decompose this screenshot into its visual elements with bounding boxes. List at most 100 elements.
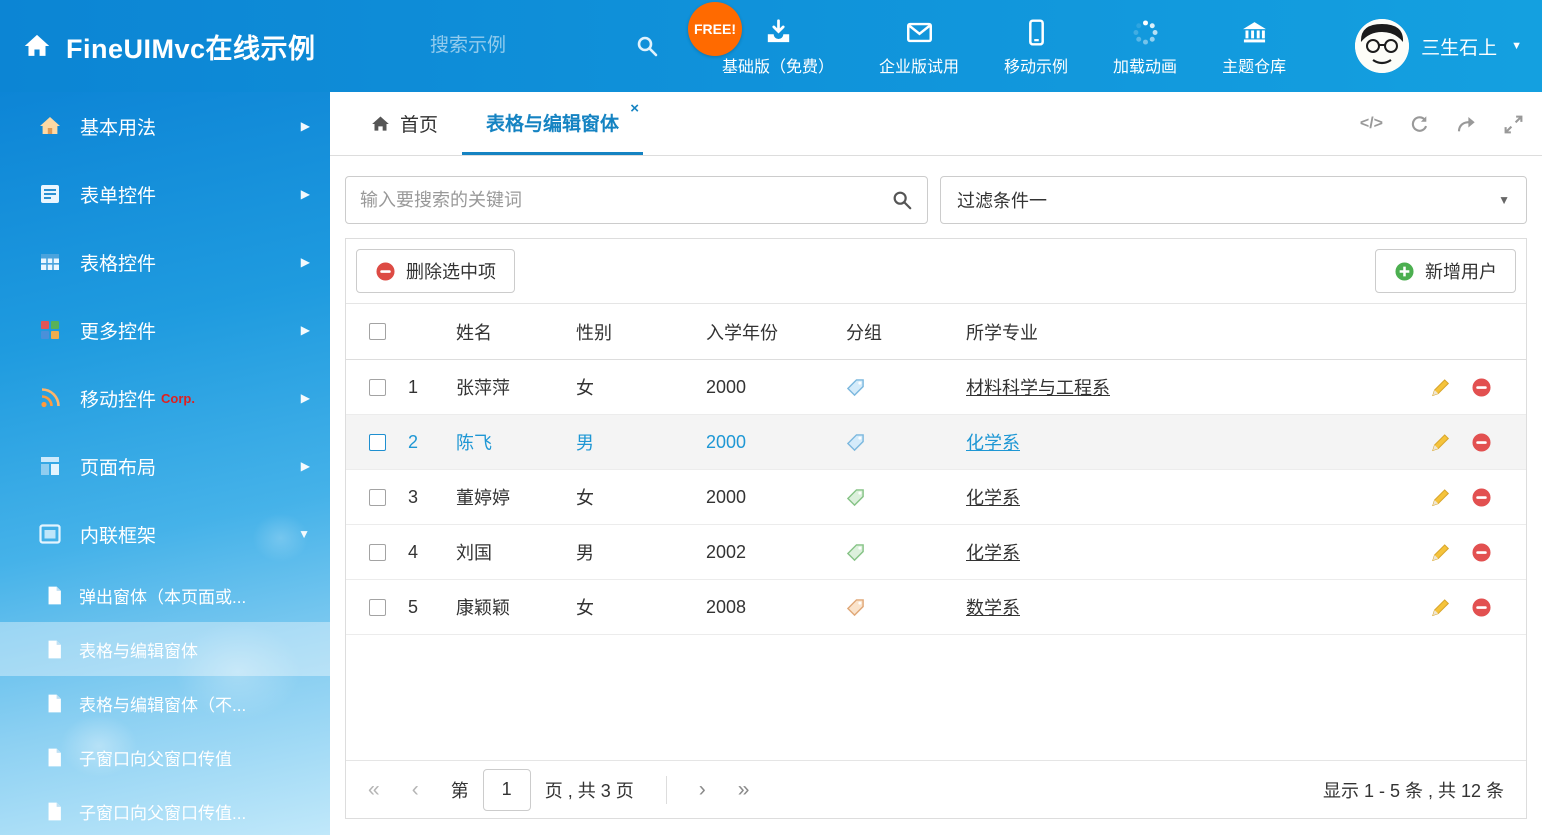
cell-year: 2000 (706, 487, 846, 508)
tab-home[interactable]: 首页 (346, 92, 462, 155)
page-suffix: 页 , 共 3 页 (545, 777, 634, 803)
sidebar-subitem-grid-edit-window-2[interactable]: 表格与编辑窗体（不... (0, 676, 330, 730)
sidebar-item-iframe[interactable]: 内联框架 ▼ (0, 500, 330, 568)
house-icon (38, 114, 64, 138)
table-row[interactable]: 2 陈飞 男 2000 化学系 (346, 415, 1526, 470)
sidebar-subitem-popup-window[interactable]: 弹出窗体（本页面或... (0, 568, 330, 622)
sidebar-item-more-controls[interactable]: 更多控件 ▶ (0, 296, 330, 364)
table-row[interactable]: 3 董婷婷 女 2000 化学系 (346, 470, 1526, 525)
column-header-name[interactable]: 姓名 (446, 319, 576, 345)
filter-dropdown[interactable]: 过滤条件一 ▼ (940, 176, 1527, 224)
row-checkbox[interactable] (369, 489, 386, 506)
spinner-icon (1132, 19, 1159, 46)
column-header-year[interactable]: 入学年份 (706, 319, 846, 345)
brand: FineUIMvc在线示例 (0, 27, 330, 66)
sidebar-subitem-child-to-parent-2[interactable]: 子窗口向父窗口传值... (0, 784, 330, 835)
layout-icon (38, 454, 64, 478)
keyword-search-input[interactable] (360, 190, 891, 211)
nav-item-mobile-demo[interactable]: 移动示例 (1004, 15, 1068, 77)
row-number: 2 (408, 432, 446, 453)
user-menu[interactable]: 三生石上 ▼ (1355, 0, 1522, 92)
sidebar-item-label: 内联框架 (80, 521, 156, 548)
cell-year: 2008 (706, 597, 846, 618)
major-link[interactable]: 化学系 (966, 543, 1020, 563)
header-search-input[interactable] (430, 35, 580, 57)
first-page-button[interactable]: « (368, 778, 380, 802)
sidebar-item-grid-controls[interactable]: 表格控件 ▶ (0, 228, 330, 296)
cell-gender: 女 (576, 594, 706, 620)
tag-icon (846, 543, 966, 562)
column-header-group[interactable]: 分组 (846, 319, 966, 345)
delete-row-icon[interactable] (1471, 377, 1492, 398)
next-page-button[interactable]: › (699, 778, 706, 802)
expand-icon[interactable] (1503, 114, 1524, 135)
edit-icon[interactable] (1430, 597, 1451, 618)
sidebar-item-form-controls[interactable]: 表单控件 ▶ (0, 160, 330, 228)
edit-icon[interactable] (1430, 487, 1451, 508)
sidebar-item-page-layout[interactable]: 页面布局 ▶ (0, 432, 330, 500)
corp-badge: Corp. (161, 391, 195, 406)
form-icon (38, 182, 64, 206)
sidebar-subitem-grid-edit-window[interactable]: 表格与编辑窗体 (0, 622, 330, 676)
prev-page-button[interactable]: ‹ (412, 778, 419, 802)
row-checkbox[interactable] (369, 379, 386, 396)
select-all-checkbox[interactable] (369, 323, 386, 340)
major-link[interactable]: 数学系 (966, 598, 1020, 618)
sidebar-item-basic-usage[interactable]: 基本用法 ▶ (0, 92, 330, 160)
sidebar-subitem-label: 子窗口向父窗口传值 (79, 745, 232, 770)
delete-selected-button[interactable]: 删除选中项 (356, 249, 515, 293)
edit-icon[interactable] (1430, 377, 1451, 398)
last-page-button[interactable]: » (738, 778, 750, 802)
edit-icon[interactable] (1430, 432, 1451, 453)
major-link[interactable]: 材料科学与工程系 (966, 378, 1110, 398)
search-icon[interactable] (635, 34, 659, 58)
table-row[interactable]: 5 康颖颖 女 2008 数学系 (346, 580, 1526, 635)
row-checkbox[interactable] (369, 544, 386, 561)
home-icon[interactable] (22, 32, 52, 60)
avatar (1355, 19, 1409, 73)
delete-row-icon[interactable] (1471, 542, 1492, 563)
tag-icon (846, 488, 966, 507)
tab-grid-edit-window[interactable]: 表格与编辑窗体 × (462, 92, 643, 155)
share-arrow-icon[interactable] (1456, 114, 1477, 135)
page-number-input[interactable] (483, 769, 531, 811)
page-body: 基本用法 ▶ 表单控件 ▶ 表格控件 ▶ 更多控件 ▶ (0, 92, 1542, 835)
major-link[interactable]: 化学系 (966, 488, 1020, 508)
sidebar-subitem-label: 弹出窗体（本页面或... (79, 583, 246, 608)
row-checkbox[interactable] (369, 434, 386, 451)
chevron-right-icon: ▶ (301, 459, 310, 473)
table-row[interactable]: 4 刘国 男 2002 化学系 (346, 525, 1526, 580)
search-icon[interactable] (891, 189, 913, 211)
column-header-gender[interactable]: 性别 (576, 319, 706, 345)
table-row[interactable]: 1 张萍萍 女 2000 材料科学与工程系 (346, 360, 1526, 415)
header-nav: 基础版（免费） 企业版试用 移动示例 加载动画 主题仓库 (722, 0, 1286, 92)
edit-icon[interactable] (1430, 542, 1451, 563)
tag-icon (846, 378, 966, 397)
chevron-down-icon: ▼ (298, 527, 310, 541)
column-header-major[interactable]: 所学专业 (966, 319, 1406, 345)
table-header: 姓名 性别 入学年份 分组 所学专业 (346, 304, 1526, 360)
nav-item-enterprise-trial[interactable]: 企业版试用 (879, 15, 959, 77)
chevron-right-icon: ▶ (301, 119, 310, 133)
tab-label: 首页 (400, 110, 438, 137)
delete-row-icon[interactable] (1471, 487, 1492, 508)
row-number: 1 (408, 377, 446, 398)
sidebar-subitem-child-to-parent[interactable]: 子窗口向父窗口传值 (0, 730, 330, 784)
source-code-icon[interactable]: </> (1360, 115, 1383, 133)
nav-item-theme-repo[interactable]: 主题仓库 (1222, 15, 1286, 77)
refresh-icon[interactable] (1409, 114, 1430, 135)
nav-item-loading-animation[interactable]: 加载动画 (1113, 15, 1177, 77)
close-icon[interactable]: × (630, 101, 639, 116)
row-checkbox[interactable] (369, 599, 386, 616)
cell-gender: 女 (576, 484, 706, 510)
chevron-right-icon: ▶ (301, 255, 310, 269)
filter-row: 过滤条件一 ▼ (345, 176, 1527, 224)
sidebar-subitem-label: 子窗口向父窗口传值... (79, 799, 246, 824)
major-link[interactable]: 化学系 (966, 433, 1020, 453)
delete-row-icon[interactable] (1471, 432, 1492, 453)
add-user-button[interactable]: 新增用户 (1375, 249, 1516, 293)
sidebar-item-mobile-controls[interactable]: 移动控件 Corp. ▶ (0, 364, 330, 432)
filter-dropdown-value: 过滤条件一 (957, 187, 1047, 213)
delete-row-icon[interactable] (1471, 597, 1492, 618)
file-icon (46, 585, 64, 606)
